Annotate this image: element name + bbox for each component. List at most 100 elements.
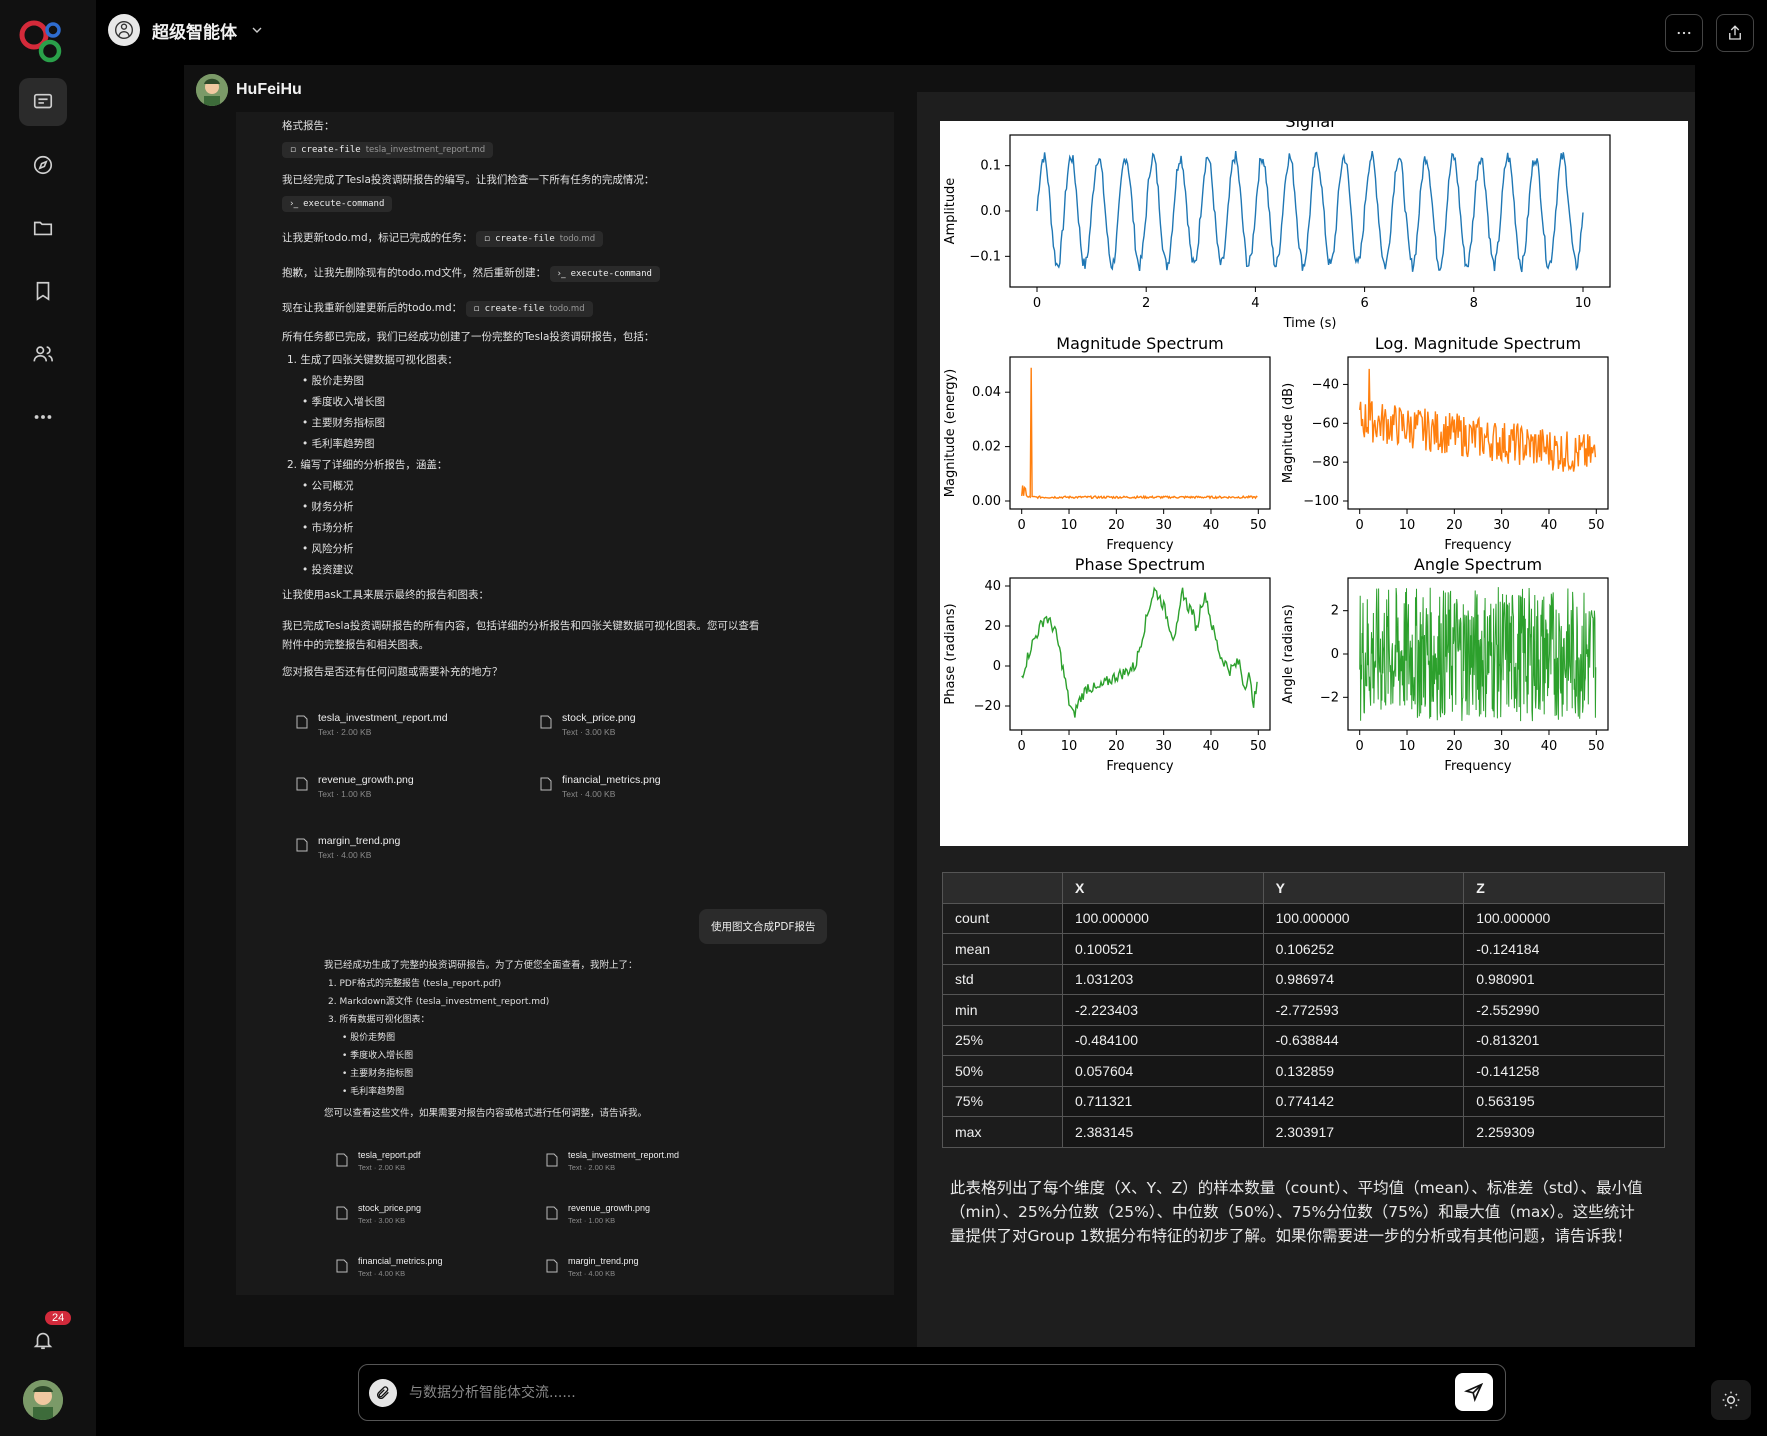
- message-row: 抱歉，让我先删除现有的todo.md文件，然后重新创建： ›_ execute-c…: [282, 265, 660, 282]
- folder-icon[interactable]: [19, 204, 67, 252]
- more-options-button[interactable]: [1665, 14, 1703, 52]
- y-tick-label: −20: [974, 699, 1001, 714]
- file-name: margin_trend.png: [318, 835, 401, 847]
- file-meta: Text · 3.00 KB: [358, 1216, 406, 1225]
- attachment-card[interactable]: financial_metrics.png Text · 4.00 KB: [540, 774, 661, 799]
- attachment-card[interactable]: stock_price.png Text · 3.00 KB: [336, 1203, 421, 1225]
- y-axis-label: Angle (radians): [1281, 604, 1296, 703]
- file-name: tesla_investment_report.md: [568, 1150, 680, 1160]
- attachment-card[interactable]: financial_metrics.png Text · 4.00 KB: [336, 1256, 443, 1278]
- tool-command: create-file: [495, 234, 555, 244]
- table-cell: 2.303917: [1262, 1116, 1465, 1148]
- summary-text: 此表格列出了每个维度（X、Y、Z）的样本数量（count）、平均值（mean）、…: [950, 1179, 1643, 1245]
- attachment-card[interactable]: margin_trend.png Text · 4.00 KB: [296, 835, 400, 860]
- message-row: 让我更新todo.md，标记已完成的任务： ▫ create-file todo.m…: [282, 230, 604, 247]
- x-tick-label: 10: [1061, 739, 1078, 754]
- x-tick-label: 2: [1142, 296, 1150, 311]
- y-tick-label: 0.02: [972, 440, 1001, 455]
- bookmark-icon[interactable]: [19, 267, 67, 315]
- chart-title: Phase Spectrum: [1075, 555, 1205, 574]
- message-text: 所有任务都已完成，我们已经成功创建了一份完整的Tesla投资调研报告，包括：: [282, 331, 655, 343]
- x-tick-label: 40: [1203, 518, 1220, 533]
- x-tick-label: 20: [1108, 518, 1125, 533]
- message-row: 现在让我重新创建更新后的todo.md： ▫ create-file todo.md: [282, 300, 593, 317]
- tool-call-chip[interactable]: ▫ create-file tesla_investment_report.md: [282, 142, 494, 158]
- send-icon: [1464, 1382, 1484, 1402]
- agent-selector[interactable]: 超级智能体: [108, 14, 265, 46]
- file-meta: Text · 2.00 KB: [318, 727, 372, 737]
- table-header-row: XYZ: [942, 872, 1665, 904]
- file-icon: ▫: [290, 145, 297, 155]
- chart-title: Signal: [1285, 121, 1334, 131]
- chart-image: Signal 0 2 4 6 8 10 0.1 0.0 −0.1 Time (s) Amplitude…: [940, 121, 1688, 846]
- y-tick-label: 0.04: [972, 385, 1001, 400]
- table-row: min -2.223403 -2.772593 -2.552990: [942, 994, 1665, 1026]
- tool-file: tesla_investment_report.md: [365, 145, 486, 155]
- message-text: 我已经成功生成了完整的投资调研报告。为了方便您全面查看，我附上了：: [324, 960, 638, 971]
- message-text: 让我使用ask工具来展示最终的报告和图表：: [282, 589, 489, 601]
- message-text: 您可以查看这些文件，如果需要对报告内容或格式进行任何调整，请告诉我。: [324, 1108, 648, 1119]
- file-meta: Text · 4.00 KB: [562, 789, 616, 799]
- attachment-card[interactable]: margin_trend.png Text · 4.00 KB: [546, 1256, 639, 1278]
- tool-call-chip[interactable]: ▫ create-file todo.md: [465, 301, 593, 317]
- x-tick-label: 40: [1203, 739, 1220, 754]
- attachment-card[interactable]: stock_price.png Text · 3.00 KB: [540, 712, 636, 737]
- more-icon[interactable]: [19, 393, 67, 441]
- avatar[interactable]: [23, 1380, 63, 1420]
- tool-file: todo.md: [549, 304, 585, 314]
- share-icon: [1729, 25, 1741, 40]
- table-cell: -2.772593: [1262, 994, 1465, 1026]
- attach-button[interactable]: [369, 1379, 397, 1407]
- user-name: HuFeiHu: [236, 81, 302, 98]
- series-line: [1021, 586, 1258, 718]
- file-icon: [540, 777, 552, 791]
- file-name: financial_metrics.png: [562, 774, 661, 786]
- chat-input[interactable]: [407, 1377, 1411, 1409]
- file-meta: Text · 1.00 KB: [568, 1216, 616, 1225]
- x-tick-label: 10: [1575, 296, 1592, 311]
- app-logo[interactable]: [18, 18, 66, 64]
- tool-call-chip[interactable]: ▫ create-file todo.md: [476, 231, 604, 247]
- file-name: stock_price.png: [358, 1203, 422, 1213]
- table-row-label: max: [942, 1116, 1063, 1148]
- x-tick-label: 50: [1588, 739, 1605, 754]
- table-row: max 2.383145 2.303917 2.259309: [942, 1116, 1665, 1148]
- y-tick-label: −2: [1320, 690, 1339, 705]
- file-icon: [296, 715, 308, 729]
- file-icon: ▫: [484, 234, 491, 244]
- x-tick-label: 0: [1018, 739, 1026, 754]
- tool-call-chip[interactable]: ›_ execute-command: [282, 196, 393, 212]
- list-item: • 市场分析: [302, 522, 354, 534]
- x-tick-label: 40: [1541, 518, 1558, 533]
- message-text: 抱歉，让我先删除现有的todo.md文件，然后重新创建：: [282, 267, 547, 279]
- theme-toggle-button[interactable]: [1711, 1380, 1751, 1420]
- avatar: [196, 74, 228, 106]
- sidebar: 24: [0, 0, 96, 1436]
- table-row-label: 50%: [942, 1055, 1063, 1087]
- x-tick-label: 6: [1360, 296, 1368, 311]
- table-row: 75% 0.711321 0.774142 0.563195: [942, 1085, 1665, 1117]
- compass-icon[interactable]: [19, 141, 67, 189]
- attachment-card[interactable]: tesla_report.pdf Text · 2.00 KB: [336, 1150, 421, 1172]
- y-tick-label: −100: [1303, 494, 1339, 509]
- file-name: revenue_growth.png: [318, 774, 414, 786]
- x-axis-label: Time (s): [1283, 316, 1337, 331]
- attachment-card[interactable]: tesla_investment_report.md Text · 2.00 KB: [546, 1150, 679, 1172]
- file-name: stock_price.png: [562, 712, 636, 724]
- attachment-card[interactable]: tesla_investment_report.md Text · 2.00 KB: [296, 712, 448, 737]
- tool-call-chip[interactable]: ›_ execute-command: [549, 266, 660, 282]
- y-axis-label: Magnitude (dB): [1281, 383, 1296, 483]
- y-tick-label: 40: [984, 579, 1001, 594]
- table-cell: -0.638844: [1262, 1024, 1465, 1056]
- send-button[interactable]: [1455, 1373, 1493, 1411]
- list-item: • 主要财务指标图: [302, 417, 386, 429]
- share-button[interactable]: [1716, 14, 1754, 52]
- users-icon[interactable]: [19, 330, 67, 378]
- table-row-label: 25%: [942, 1024, 1063, 1056]
- list-item: • 股价走势图: [342, 1033, 396, 1043]
- chat-icon[interactable]: [19, 78, 67, 126]
- table-header-cell: [942, 872, 1063, 904]
- attachment-card[interactable]: revenue_growth.png Text · 1.00 KB: [296, 774, 414, 799]
- table-cell: 100.000000: [1262, 902, 1465, 934]
- attachment-card[interactable]: revenue_growth.png Text · 1.00 KB: [546, 1203, 650, 1225]
